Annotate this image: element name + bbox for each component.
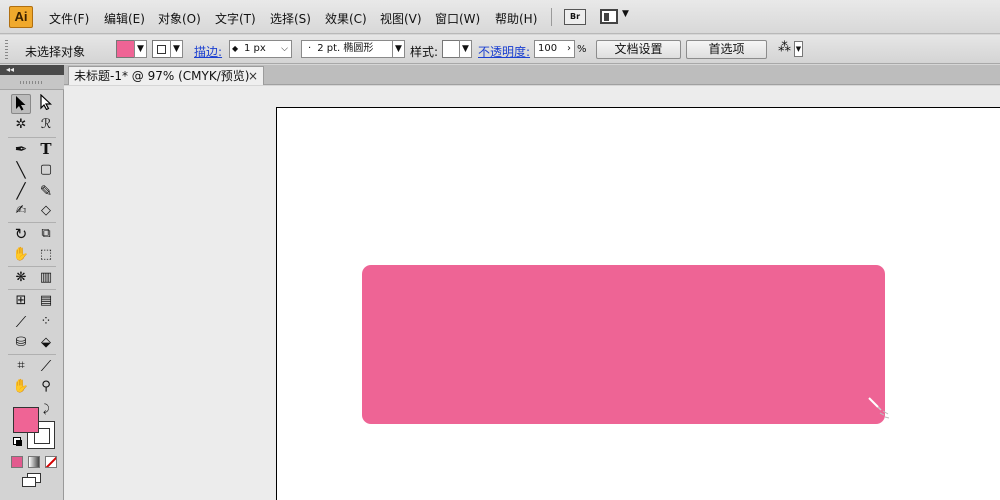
paintbrush-tool-icon[interactable]: ╱ — [11, 181, 31, 201]
zoom-tool-icon[interactable]: ⚲ — [36, 377, 56, 397]
free-transform-tool-icon[interactable]: ⬚ — [36, 245, 56, 265]
blend-tool-icon[interactable]: ⁘ — [36, 312, 56, 332]
default-fill-stroke-icon[interactable] — [13, 437, 23, 447]
direct-selection-tool-icon[interactable] — [36, 93, 56, 114]
swap-fill-stroke-icon[interactable]: ⤸ — [43, 402, 50, 416]
app-logo: Ai — [9, 6, 33, 28]
stroke-indicator-icon — [157, 45, 166, 54]
hand-tool-icon[interactable]: ✋ — [11, 377, 31, 397]
stroke-weight-field[interactable]: ◆ 1 px ⌵ — [229, 40, 292, 58]
warp-tool-icon[interactable]: ✋ — [11, 245, 31, 265]
magic-wand-icon: ⁂ — [778, 40, 791, 55]
eyedropper-tool-icon[interactable]: ⟋ — [11, 312, 31, 332]
tools-panel: ✲ ℛ ✒ T ╲ ▢ ╱ ✎ ✍ ◇ ↻ ⧉ ✋ ⬚ ❋ ▥ ⊞ ▤ ⟋ ⁘ … — [0, 75, 64, 500]
stepper-icon[interactable]: ◆ — [232, 41, 238, 57]
opacity-link[interactable]: 不透明度: — [478, 43, 530, 60]
menu-select[interactable]: 选择(S) — [270, 10, 311, 27]
cursor-icon — [868, 397, 890, 419]
selection-tool-icon[interactable] — [11, 94, 31, 114]
symbol-sprayer-tool-icon[interactable]: ❋ — [11, 268, 31, 288]
document-tab-title: 未标题-1* @ 97% (CMYK/预览) — [74, 69, 250, 83]
screen-mode-icon[interactable] — [22, 473, 44, 489]
menu-edit[interactable]: 编辑(E) — [104, 10, 145, 27]
stroke-color-swatch[interactable] — [152, 40, 171, 58]
tool-separator — [8, 137, 56, 138]
panel-collapse-bar[interactable]: ◂◂ — [0, 65, 64, 75]
control-panel-menu-button[interactable]: ⁂ ▼ — [777, 40, 803, 58]
preferences-button[interactable]: 首选项 — [686, 40, 767, 59]
control-bar: 未选择对象 ▼ ▼ 描边: ◆ 1 px ⌵ · 2 pt. 椭圆形 ▼ 样式: … — [0, 35, 1000, 64]
menu-file[interactable]: 文件(F) — [49, 10, 89, 27]
eraser-tool-icon[interactable]: ◇ — [36, 201, 56, 221]
document-tab[interactable]: 未标题-1* @ 97% (CMYK/预览) × — [68, 66, 264, 85]
menu-view[interactable]: 视图(V) — [380, 10, 422, 27]
artboard[interactable] — [276, 107, 1000, 500]
lasso-tool-icon[interactable]: ℛ — [36, 115, 56, 135]
brush-value: 2 pt. 椭圆形 — [317, 43, 374, 54]
workspace-switcher-button[interactable]: ▼ — [600, 9, 632, 25]
tool-separator — [8, 222, 56, 223]
tool-separator — [8, 289, 56, 290]
dropdown-arrow-icon: ▼ — [794, 41, 803, 57]
dropdown-arrow-icon: ▼ — [622, 9, 629, 19]
fill-swatch[interactable] — [13, 407, 39, 433]
close-icon[interactable]: × — [248, 67, 258, 85]
tools-panel-header[interactable] — [0, 75, 64, 90]
chevron-right-icon[interactable]: › — [567, 41, 571, 57]
blob-brush-tool-icon[interactable]: ✍ — [11, 201, 31, 221]
gradient-mode-icon[interactable] — [28, 456, 40, 468]
artboard-tool-icon[interactable]: ⌗ — [11, 356, 31, 376]
menu-help[interactable]: 帮助(H) — [495, 10, 537, 27]
opacity-value: 100 — [538, 43, 558, 54]
menu-bar: Ai 文件(F) 编辑(E) 对象(O) 文字(T) 选择(S) 效果(C) 视… — [0, 0, 1000, 34]
bridge-button[interactable]: Br — [564, 9, 586, 25]
opacity-unit: % — [577, 44, 587, 55]
fill-color-swatch[interactable] — [116, 40, 135, 58]
stroke-dropdown-arrow-icon[interactable]: ▼ — [170, 40, 183, 58]
brush-dropdown-arrow-icon[interactable]: ▼ — [392, 40, 405, 58]
panel-grip-icon — [20, 81, 44, 84]
document-tab-strip: 未标题-1* @ 97% (CMYK/预览) × — [64, 65, 1000, 85]
gradient-tool-icon[interactable]: ▤ — [36, 291, 56, 311]
line-segment-tool-icon[interactable]: ╲ — [11, 160, 31, 180]
magic-wand-tool-icon[interactable]: ✲ — [11, 115, 31, 135]
stroke-link[interactable]: 描边: — [194, 43, 222, 60]
style-label: 样式: — [410, 45, 439, 59]
tool-separator — [8, 354, 56, 355]
rotate-tool-icon[interactable]: ↻ — [11, 224, 31, 244]
color-mode-icon[interactable] — [11, 456, 23, 468]
workspace-icon — [600, 9, 618, 24]
tool-separator — [8, 266, 56, 267]
style-dropdown-arrow-icon[interactable]: ▼ — [459, 40, 472, 58]
type-tool-icon[interactable]: T — [36, 139, 56, 159]
column-graph-tool-icon[interactable]: ▥ — [36, 268, 56, 288]
graphic-style-swatch[interactable] — [442, 40, 460, 58]
menu-object[interactable]: 对象(O) — [158, 10, 201, 27]
brush-dot-icon: · — [308, 43, 312, 54]
live-paint-bucket-tool-icon[interactable]: ⛁ — [11, 333, 31, 353]
none-mode-icon[interactable] — [45, 456, 57, 468]
document-setup-button[interactable]: 文档设置 — [596, 40, 681, 59]
brush-definition-field[interactable]: · 2 pt. 椭圆形 — [301, 40, 405, 58]
rounded-rectangle-tool-icon[interactable]: ▢ — [36, 160, 56, 180]
pencil-tool-icon[interactable]: ✎ — [36, 181, 56, 201]
menu-effect[interactable]: 效果(C) — [325, 10, 367, 27]
menu-separator — [551, 8, 552, 26]
canvas-area[interactable] — [64, 86, 1000, 500]
selection-status: 未选择对象 — [25, 45, 86, 59]
stroke-weight-value: 1 px — [244, 43, 266, 54]
chevron-down-icon[interactable]: ⌵ — [281, 41, 288, 57]
opacity-field[interactable]: 100 › — [534, 40, 575, 58]
menu-window[interactable]: 窗口(W) — [435, 10, 480, 27]
control-bar-grip[interactable] — [5, 40, 8, 59]
menu-type[interactable]: 文字(T) — [215, 10, 256, 27]
scale-tool-icon[interactable]: ⧉ — [36, 224, 56, 244]
mesh-tool-icon[interactable]: ⊞ — [11, 291, 31, 311]
rounded-rectangle-shape[interactable] — [362, 265, 885, 424]
slice-tool-icon[interactable]: ⟋ — [36, 356, 56, 376]
fill-dropdown-arrow-icon[interactable]: ▼ — [134, 40, 147, 58]
live-paint-selection-tool-icon[interactable]: ⬙ — [36, 333, 56, 353]
pen-tool-icon[interactable]: ✒ — [11, 139, 31, 159]
